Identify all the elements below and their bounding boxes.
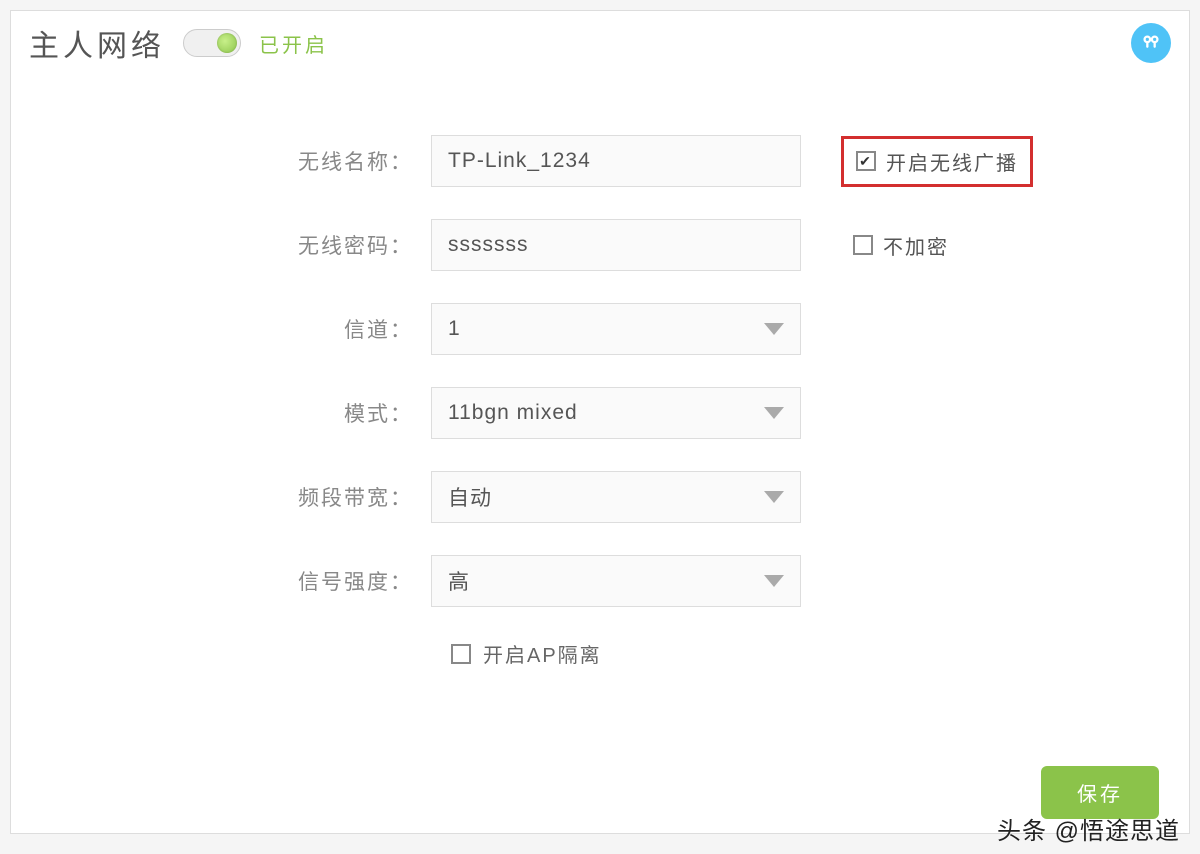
ssid-label: 无线名称： — [11, 146, 431, 176]
bandwidth-value: 自动 — [448, 482, 492, 512]
page-title: 主人网络 — [29, 21, 165, 65]
network-toggle[interactable] — [183, 29, 241, 57]
save-button[interactable]: 保存 — [1041, 766, 1159, 819]
signal-label: 信号强度： — [11, 566, 431, 596]
wireless-settings-panel: 主人网络 已开启 无线名称： TP-Link_1234 ✔ 开启无线广播 无线密… — [10, 10, 1190, 834]
channel-row: 信道： 1 — [11, 303, 1189, 355]
signal-value: 高 — [448, 566, 470, 596]
broadcast-label: 开启无线广播 — [886, 147, 1018, 176]
noencrypt-checkbox[interactable] — [853, 235, 873, 255]
noencrypt-label: 不加密 — [883, 231, 949, 260]
ap-isolation-option[interactable]: 开启AP隔离 — [451, 639, 1189, 668]
password-input[interactable]: sssssss — [431, 219, 801, 271]
toggle-status-label: 已开启 — [259, 29, 328, 58]
help-icon[interactable] — [1131, 23, 1171, 63]
password-value: sssssss — [448, 233, 529, 257]
chevron-down-icon — [764, 407, 784, 419]
broadcast-option[interactable]: ✔ 开启无线广播 — [841, 136, 1033, 187]
ssid-row: 无线名称： TP-Link_1234 ✔ 开启无线广播 — [11, 135, 1189, 187]
bandwidth-select[interactable]: 自动 — [431, 471, 801, 523]
ap-isolation-label: 开启AP隔离 — [483, 639, 602, 668]
wireless-form: 无线名称： TP-Link_1234 ✔ 开启无线广播 无线密码： ssssss… — [11, 135, 1189, 668]
channel-select[interactable]: 1 — [431, 303, 801, 355]
channel-label: 信道： — [11, 314, 431, 344]
ssid-input[interactable]: TP-Link_1234 — [431, 135, 801, 187]
password-row: 无线密码： sssssss 不加密 — [11, 219, 1189, 271]
noencrypt-option[interactable]: 不加密 — [841, 223, 961, 268]
broadcast-checkbox[interactable]: ✔ — [856, 151, 876, 171]
ssid-value: TP-Link_1234 — [448, 149, 591, 173]
chevron-down-icon — [764, 323, 784, 335]
bandwidth-row: 频段带宽： 自动 — [11, 471, 1189, 523]
channel-value: 1 — [448, 317, 461, 341]
mode-value: 11bgn mixed — [448, 401, 578, 425]
password-label: 无线密码： — [11, 230, 431, 260]
mode-label: 模式： — [11, 398, 431, 428]
chevron-down-icon — [764, 575, 784, 587]
mode-select[interactable]: 11bgn mixed — [431, 387, 801, 439]
chevron-down-icon — [764, 491, 784, 503]
bandwidth-label: 频段带宽： — [11, 482, 431, 512]
panel-header: 主人网络 已开启 — [11, 11, 1189, 75]
ap-isolation-checkbox[interactable] — [451, 644, 471, 664]
signal-select[interactable]: 高 — [431, 555, 801, 607]
signal-row: 信号强度： 高 — [11, 555, 1189, 607]
toggle-knob-icon — [217, 33, 237, 53]
mode-row: 模式： 11bgn mixed — [11, 387, 1189, 439]
